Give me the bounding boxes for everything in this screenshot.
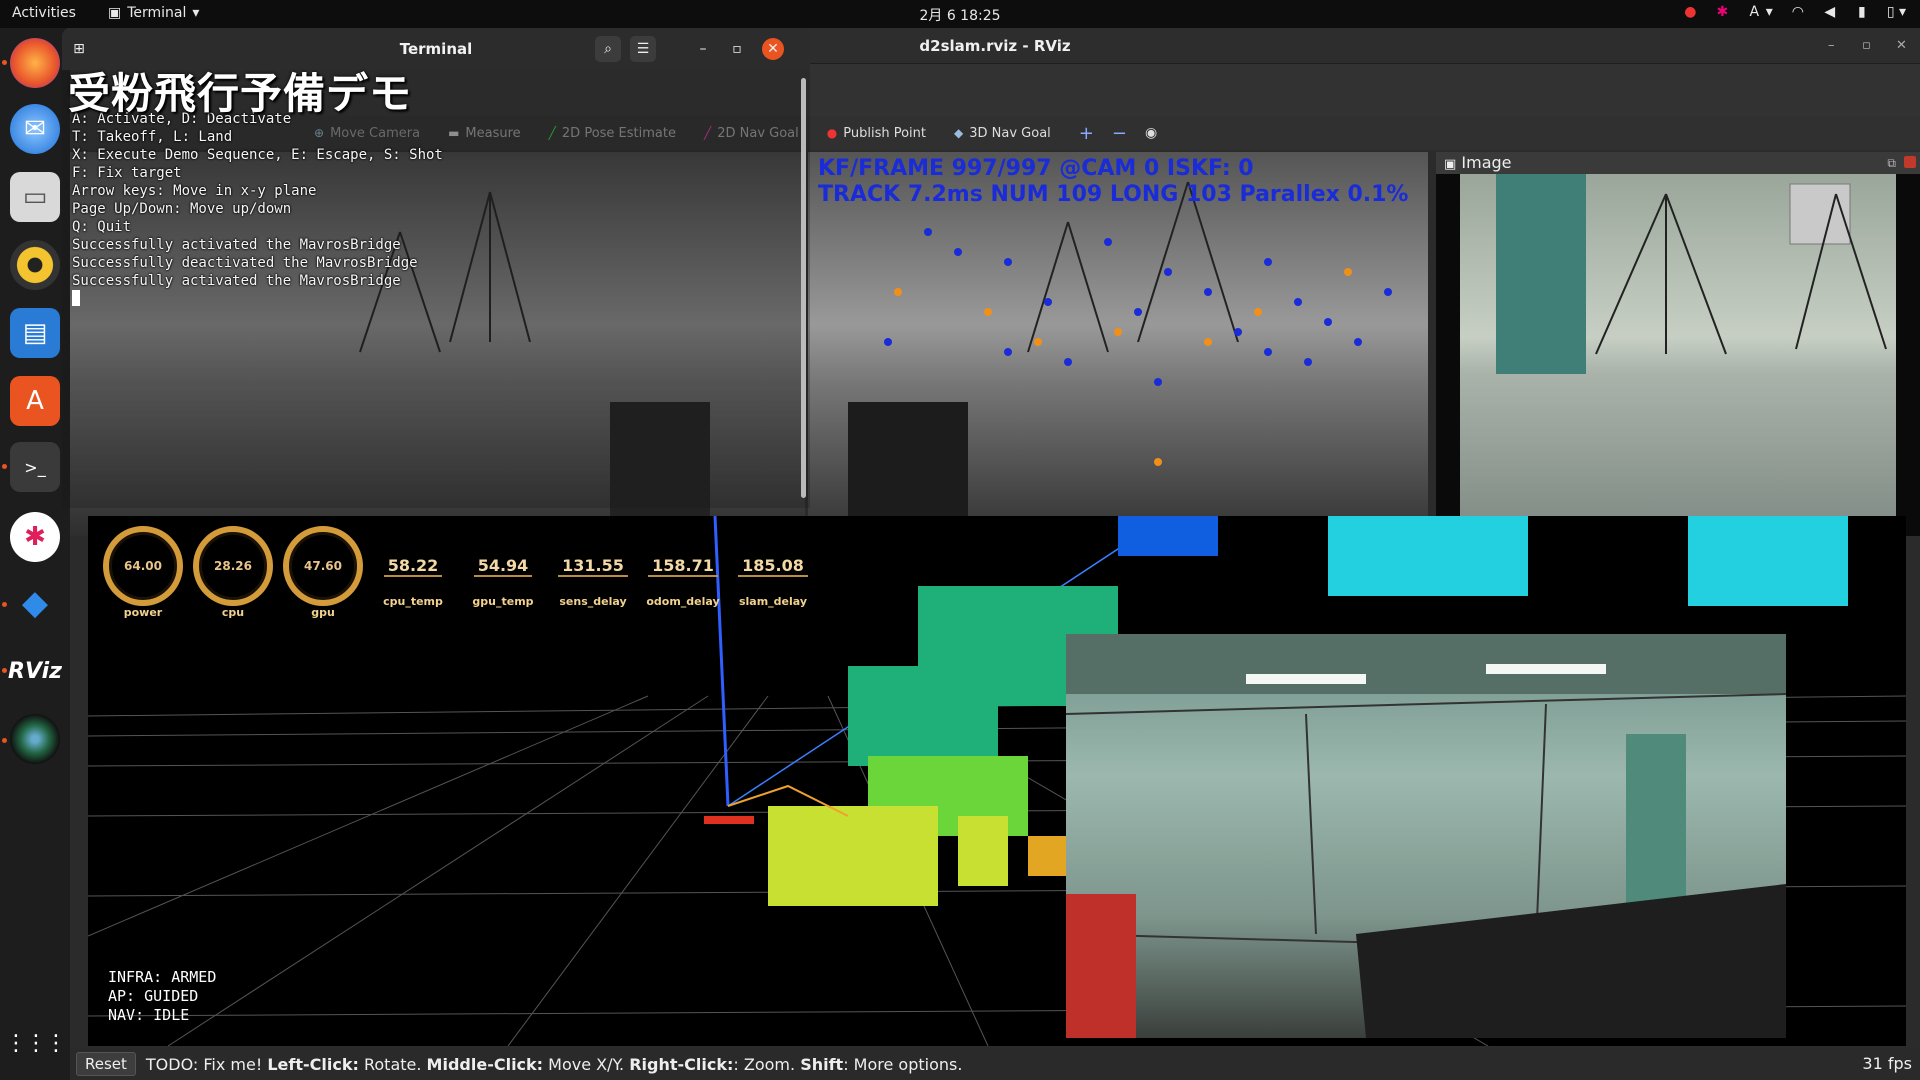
vscode-icon[interactable]: ◆ bbox=[10, 578, 60, 628]
slam-camera-image bbox=[808, 152, 1428, 536]
image-panel-undock-button[interactable]: ⧉ bbox=[1887, 156, 1896, 171]
microphone-icon[interactable]: ▮ bbox=[1855, 4, 1869, 20]
system-tray: ● ✱ A ▾ ◠ ◀ ▮ ▯ ▾ bbox=[1683, 4, 1906, 20]
clock[interactable]: 2月 6 18:25 bbox=[0, 5, 1920, 25]
terminal-line: Page Up/Down: Move up/down bbox=[72, 201, 292, 217]
minimize-button[interactable]: – bbox=[1828, 38, 1835, 53]
odom-delay-metric: 158.71 odom_delay bbox=[646, 556, 720, 608]
writer-icon[interactable]: ▤ bbox=[10, 308, 60, 358]
record-indicator-icon[interactable]: ● bbox=[1683, 4, 1697, 20]
top-bar: Activities ▣ Terminal ▾ 2月 6 18:25 ● ✱ A… bbox=[0, 0, 1920, 28]
thunderbird-icon[interactable]: ✉ bbox=[10, 104, 60, 154]
files-icon[interactable]: ▭ bbox=[10, 172, 60, 222]
terminal-app-icon: ▣ bbox=[108, 5, 122, 21]
terminal-icon[interactable]: >_ bbox=[10, 442, 60, 492]
nav-status: NAV: IDLE bbox=[108, 1006, 190, 1024]
flight-status: INFRA: ARMED AP: GUIDED NAV: IDLE bbox=[108, 968, 216, 1025]
terminal-line: Q: Quit bbox=[72, 219, 132, 235]
terminal-line: Successfully deactivated the MavrosBridg… bbox=[72, 255, 418, 271]
close-button[interactable]: ✕ bbox=[1896, 38, 1907, 53]
rhythmbox-icon[interactable] bbox=[10, 240, 60, 290]
slack-icon[interactable]: ✱ bbox=[10, 512, 60, 562]
demo-title-overlay: 受粉飛行予備デモ bbox=[68, 69, 413, 118]
battery-icon[interactable]: ▯ ▾ bbox=[1887, 4, 1906, 20]
activities-button[interactable]: Activities bbox=[12, 5, 76, 21]
color-camera-image bbox=[1436, 174, 1920, 536]
input-method-indicator[interactable]: A ▾ bbox=[1747, 4, 1773, 20]
add-tool-button[interactable]: + bbox=[1065, 123, 1108, 144]
terminal-line: Arrow keys: Move in x-y plane bbox=[72, 183, 317, 199]
software-icon[interactable]: A bbox=[10, 376, 60, 426]
reset-button[interactable]: Reset bbox=[76, 1052, 136, 1076]
map-pin-icon: ● bbox=[826, 126, 838, 140]
terminal-cursor bbox=[72, 290, 80, 306]
sens-delay-metric: 131.55 sens_delay bbox=[558, 556, 628, 608]
slam-camera-panel: KF/FRAME 997/997 @CAM 0 ISKF: 0 TRACK 7.… bbox=[808, 152, 1428, 536]
volume-icon[interactable]: ◀ bbox=[1823, 4, 1837, 20]
remove-tool-button[interactable]: − bbox=[1108, 123, 1131, 144]
image-panel-header: ▣ Image bbox=[1436, 152, 1920, 174]
camera-icon[interactable] bbox=[10, 714, 60, 764]
image-panel-close-button[interactable] bbox=[1904, 156, 1916, 168]
tool-3d-nav-goal[interactable]: ◆ 3D Nav Goal bbox=[940, 126, 1065, 141]
minimize-icon[interactable]: – bbox=[690, 36, 716, 62]
terminal-title: Terminal bbox=[399, 40, 473, 58]
slack-tray-icon[interactable]: ✱ bbox=[1715, 4, 1729, 20]
view-hint: TODO: Fix me! Left-Click: Rotate. Middle… bbox=[145, 1054, 963, 1074]
search-icon[interactable]: ⌕ bbox=[595, 36, 621, 62]
terminal-line: X: Execute Demo Sequence, E: Escape, S: … bbox=[72, 147, 443, 163]
cpu-temp-metric: 58.22 cpu_temp bbox=[383, 556, 443, 608]
diamond-icon: ◆ bbox=[954, 126, 964, 140]
power-gauge: 64.00 power bbox=[98, 526, 188, 619]
gpu-gauge: 47.60 gpu bbox=[278, 526, 368, 619]
ap-status: AP: GUIDED bbox=[108, 987, 199, 1005]
new-tab-icon[interactable]: ⊞ bbox=[66, 36, 92, 62]
rviz-icon[interactable]: RViz bbox=[8, 646, 62, 696]
image-panel-title: Image bbox=[1461, 153, 1512, 172]
show-applications-icon[interactable]: ⋮⋮⋮ bbox=[5, 1018, 67, 1068]
terminal-scrollbar[interactable] bbox=[801, 78, 806, 498]
terminal-line: F: Fix target bbox=[72, 165, 182, 181]
terminal-line: Successfully activated the MavrosBridge bbox=[72, 273, 401, 289]
external-camera-inset bbox=[1066, 634, 1786, 1038]
image-panel-icon: ▣ bbox=[1444, 157, 1457, 172]
app-menu[interactable]: ▣ Terminal ▾ bbox=[108, 5, 199, 21]
telemetry-overlay: 64.00 power 28.26 cpu 47.60 gpu 58.22 cpu_te… bbox=[98, 526, 818, 619]
dock: ✉ ▭ ▤ A >_ ✱ ◆ RViz ⋮⋮⋮ bbox=[0, 28, 70, 1080]
rviz-status-bar: Reset TODO: Fix me! Left-Click: Rotate. … bbox=[70, 1048, 1920, 1080]
terminal-line: Successfully activated the MavrosBridge bbox=[72, 237, 401, 253]
close-icon[interactable]: ✕ bbox=[762, 38, 784, 60]
app-menu-label: Terminal bbox=[127, 5, 187, 21]
maximize-button[interactable]: ▫ bbox=[1862, 38, 1871, 53]
hamburger-menu-icon[interactable]: ☰ bbox=[630, 36, 656, 62]
chevron-down-icon: ▾ bbox=[192, 5, 200, 21]
wifi-icon[interactable]: ◠ bbox=[1791, 4, 1805, 20]
fps-counter: 31 fps bbox=[1862, 1054, 1912, 1073]
gpu-temp-metric: 54.94 gpu_temp bbox=[472, 556, 534, 608]
firefox-icon[interactable] bbox=[10, 38, 60, 88]
slam-overlay-line-1: KF/FRAME 997/997 @CAM 0 ISKF: 0 bbox=[818, 156, 1254, 181]
terminal-line: T: Takeoff, L: Land bbox=[72, 129, 233, 145]
slam-delay-metric: 185.08 slam_delay bbox=[738, 556, 808, 608]
eye-icon[interactable]: ◉ bbox=[1131, 125, 1171, 141]
image-panel: ▣ Image ⧉ bbox=[1436, 152, 1920, 536]
terminal-output: A: Activate, D: Deactivate T: Takeoff, L… bbox=[72, 110, 443, 308]
external-camera-image bbox=[1066, 634, 1786, 1038]
infra-status: INFRA: ARMED bbox=[108, 968, 217, 986]
slam-overlay-line-2: TRACK 7.2ms NUM 109 LONG 103 Parallex 0.… bbox=[818, 182, 1409, 207]
cpu-gauge: 28.26 cpu bbox=[188, 526, 278, 619]
tool-publish-point[interactable]: ● Publish Point bbox=[813, 126, 940, 141]
maximize-icon[interactable]: ▫ bbox=[724, 36, 750, 62]
